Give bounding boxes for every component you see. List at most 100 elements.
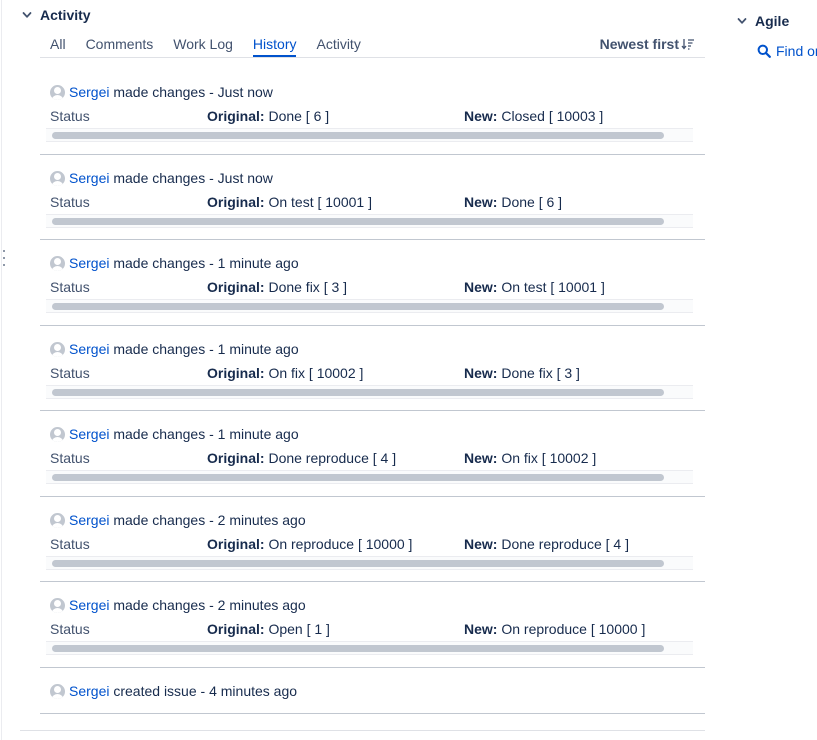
horizontal-scrollbar[interactable] xyxy=(46,556,693,570)
entry-action: made changes xyxy=(113,84,206,100)
original-value: Original: Done reproduce [ 4 ] xyxy=(207,449,396,467)
drag-handle-icon[interactable] xyxy=(3,250,6,266)
user-link[interactable]: Sergei xyxy=(69,426,109,442)
history-entry: Sergei made changes - 1 minute ago Status… xyxy=(40,240,705,326)
new-label: New: xyxy=(464,108,498,124)
tab-activity[interactable]: Activity xyxy=(316,33,360,57)
new-value-text: Done reproduce [ 4 ] xyxy=(501,536,629,552)
original-label: Original: xyxy=(207,279,265,295)
chevron-down-icon[interactable] xyxy=(735,14,749,28)
history-entry: Sergei made changes - Just now Status Orig… xyxy=(40,155,705,240)
tab-comments[interactable]: Comments xyxy=(86,33,154,57)
new-value-text: On test [ 10001 ] xyxy=(501,279,605,295)
gutter-divider xyxy=(1,0,2,740)
original-value-text: On reproduce [ 10000 ] xyxy=(268,536,413,552)
entry-action: made changes xyxy=(113,255,206,271)
horizontal-scrollbar[interactable] xyxy=(46,641,693,655)
scrollbar-thumb[interactable] xyxy=(52,474,664,481)
user-link[interactable]: Sergei xyxy=(69,170,109,186)
scrollbar-thumb[interactable] xyxy=(52,560,664,567)
avatar[interactable] xyxy=(50,84,65,100)
original-value: Original: On fix [ 10002 ] xyxy=(207,364,363,382)
agile-header[interactable]: Agile xyxy=(735,12,789,30)
new-value-text: On reproduce [ 10000 ] xyxy=(501,621,646,637)
user-link[interactable]: Sergei xyxy=(69,255,109,271)
entry-time[interactable]: 1 minute ago xyxy=(218,426,299,442)
new-value: New: On test [ 10001 ] xyxy=(464,278,605,296)
history-entry: Sergei made changes - 1 minute ago Status… xyxy=(40,411,705,497)
user-link[interactable]: Sergei xyxy=(69,683,109,699)
entry-time[interactable]: Just now xyxy=(218,170,273,186)
entry-summary: Sergei made changes - Just now xyxy=(50,82,273,102)
new-value-text: Done [ 6 ] xyxy=(501,194,563,210)
original-label: Original: xyxy=(207,365,265,381)
tab-work-log[interactable]: Work Log xyxy=(173,33,233,57)
module-bottom-divider xyxy=(20,730,705,731)
original-label: Original: xyxy=(207,450,265,466)
horizontal-scrollbar[interactable] xyxy=(46,214,693,228)
new-label: New: xyxy=(464,279,498,295)
new-label: New: xyxy=(464,621,498,637)
avatar[interactable] xyxy=(50,597,65,613)
entry-summary: Sergei made changes - 1 minute ago xyxy=(50,253,299,273)
scrollbar-thumb[interactable] xyxy=(52,389,664,396)
user-link[interactable]: Sergei xyxy=(69,341,109,357)
user-link[interactable]: Sergei xyxy=(69,597,109,613)
horizontal-scrollbar[interactable] xyxy=(46,299,693,313)
history-entry: Sergei made changes - 2 minutes ago Statu… xyxy=(40,497,705,582)
scrollbar-thumb[interactable] xyxy=(52,303,664,310)
new-label: New: xyxy=(464,450,498,466)
changed-field-name: Status xyxy=(50,621,90,637)
new-value: New: On fix [ 10002 ] xyxy=(464,449,596,467)
avatar[interactable] xyxy=(50,426,65,442)
horizontal-scrollbar[interactable] xyxy=(46,470,693,484)
original-value-text: Done fix [ 3 ] xyxy=(268,279,348,295)
tab-history[interactable]: History xyxy=(252,33,297,57)
avatar[interactable] xyxy=(50,683,65,699)
tabs-divider xyxy=(40,57,705,58)
agile-module: Agile Find on xyxy=(735,12,817,62)
new-value: New: Done [ 6 ] xyxy=(464,193,562,211)
entry-time[interactable]: 2 minutes ago xyxy=(218,597,306,613)
user-link[interactable]: Sergei xyxy=(69,512,109,528)
avatar[interactable] xyxy=(50,255,65,271)
original-value-text: On test [ 10001 ] xyxy=(268,194,372,210)
entry-time[interactable]: 4 minutes ago xyxy=(209,683,297,699)
entry-summary: Sergei made changes - 2 minutes ago xyxy=(50,510,306,530)
find-on-board-label: Find on xyxy=(776,43,817,59)
entry-action: made changes xyxy=(113,341,206,357)
history-entry: Sergei made changes - Just now Status Orig… xyxy=(40,69,705,155)
entry-time[interactable]: 1 minute ago xyxy=(218,255,299,271)
avatar[interactable] xyxy=(50,512,65,528)
entry-time[interactable]: 1 minute ago xyxy=(218,341,299,357)
changed-field-name: Status xyxy=(50,279,90,295)
search-icon xyxy=(757,44,771,58)
tab-all[interactable]: All xyxy=(50,33,66,57)
new-value-text: Done fix [ 3 ] xyxy=(501,365,580,381)
sort-order-button[interactable]: Newest first xyxy=(600,33,695,55)
history-entry: Sergei created issue - 4 minutes ago xyxy=(40,668,705,714)
history-entry: Sergei made changes - 1 minute ago Status… xyxy=(40,326,705,411)
original-value: Original: Done [ 6 ] xyxy=(207,107,329,125)
activity-header[interactable]: Activity xyxy=(20,6,91,24)
find-on-board-link[interactable]: Find on xyxy=(757,42,817,60)
sort-descending-icon xyxy=(681,39,694,50)
new-label: New: xyxy=(464,365,498,381)
horizontal-scrollbar[interactable] xyxy=(46,385,693,399)
entry-time[interactable]: 2 minutes ago xyxy=(218,512,306,528)
entry-time[interactable]: Just now xyxy=(218,84,273,100)
changed-field-name: Status xyxy=(50,450,90,466)
scrollbar-thumb[interactable] xyxy=(52,132,664,139)
user-link[interactable]: Sergei xyxy=(69,84,109,100)
avatar[interactable] xyxy=(50,170,65,186)
scrollbar-thumb[interactable] xyxy=(52,218,664,225)
horizontal-scrollbar[interactable] xyxy=(46,128,693,142)
scrollbar-thumb[interactable] xyxy=(52,645,664,652)
activity-tabs: All Comments Work Log History Activity xyxy=(50,33,381,57)
chevron-down-icon[interactable] xyxy=(20,8,34,22)
entry-summary: Sergei made changes - 1 minute ago xyxy=(50,424,299,444)
avatar[interactable] xyxy=(50,341,65,357)
original-value-text: Open [ 1 ] xyxy=(268,621,330,637)
entry-action: made changes xyxy=(113,426,206,442)
new-value: New: Done fix [ 3 ] xyxy=(464,364,580,382)
